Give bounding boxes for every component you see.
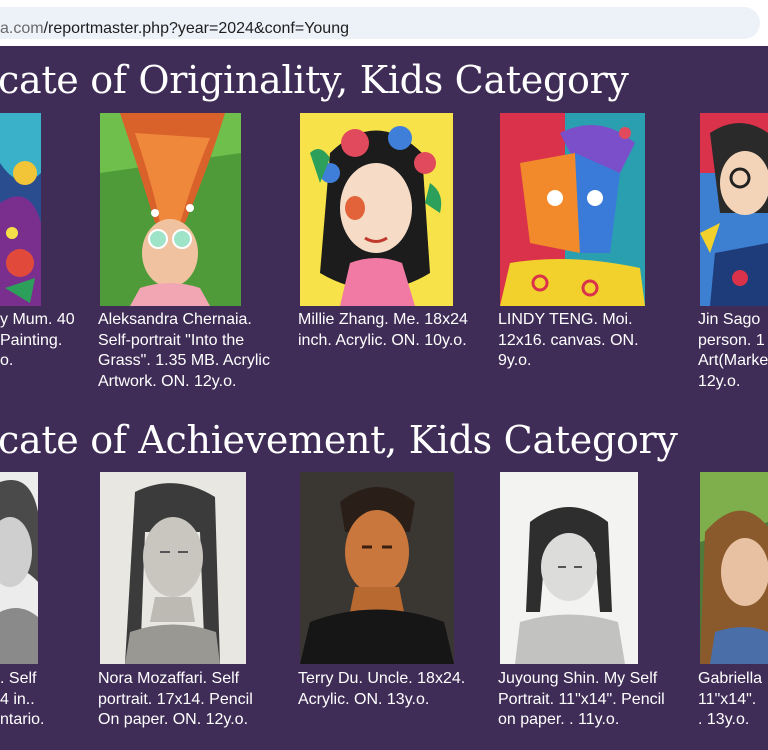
artwork-caption: . Self 4 in.. ntario. [0,670,45,728]
artwork-thumbnail[interactable] [0,472,38,664]
artwork-thumbnail[interactable] [100,472,246,664]
artwork-thumbnail[interactable] [500,472,638,664]
url-domain: a.com [0,20,44,37]
artwork-thumbnail[interactable] [0,113,41,306]
artwork-caption: LINDY TENG. Moi. 12x16. canvas. ON. 9y.o… [498,311,639,369]
url-path: /reportmaster.php?year=2024&conf=Young [43,20,349,37]
browser-toolbar: a.com/reportmaster.php?year=2024&conf=Yo… [0,0,768,46]
artwork-thumbnail[interactable] [300,472,454,664]
artwork-caption: Gabriella 11"x14". . 13y.o. [698,670,763,728]
artwork-thumbnail[interactable] [300,113,453,306]
artwork-caption: Nora Mozaffari. Self portrait. 17x14. Pe… [98,670,253,728]
artwork-thumbnail[interactable] [700,113,768,306]
artwork-thumbnail[interactable] [100,113,241,306]
artwork-caption: Jin Sago person. 1 Art(Marke 12y.o. [698,311,768,390]
artwork-caption: y Mum. 40 Painting. o. [0,311,75,369]
address-bar[interactable]: a.com/reportmaster.php?year=2024&conf=Yo… [0,7,760,39]
artwork-thumbnail[interactable] [500,113,645,306]
artwork-caption: Juyoung Shin. My Self Portrait. 11"x14".… [498,670,665,728]
section-heading-achievement: cate of Achievement, Kids Category [0,418,678,462]
section-heading-originality: cate of Originality, Kids Category [0,58,629,102]
artwork-caption: Aleksandra Chernaia. Self-portrait "Into… [98,311,270,390]
artwork-caption: Millie Zhang. Me. 18x24 inch. Acrylic. O… [298,311,468,349]
artwork-caption: Terry Du. Uncle. 18x24. Acrylic. ON. 13y… [298,670,466,708]
artwork-thumbnail[interactable] [700,472,768,664]
address-bar-url[interactable]: a.com/reportmaster.php?year=2024&conf=Yo… [0,20,349,38]
